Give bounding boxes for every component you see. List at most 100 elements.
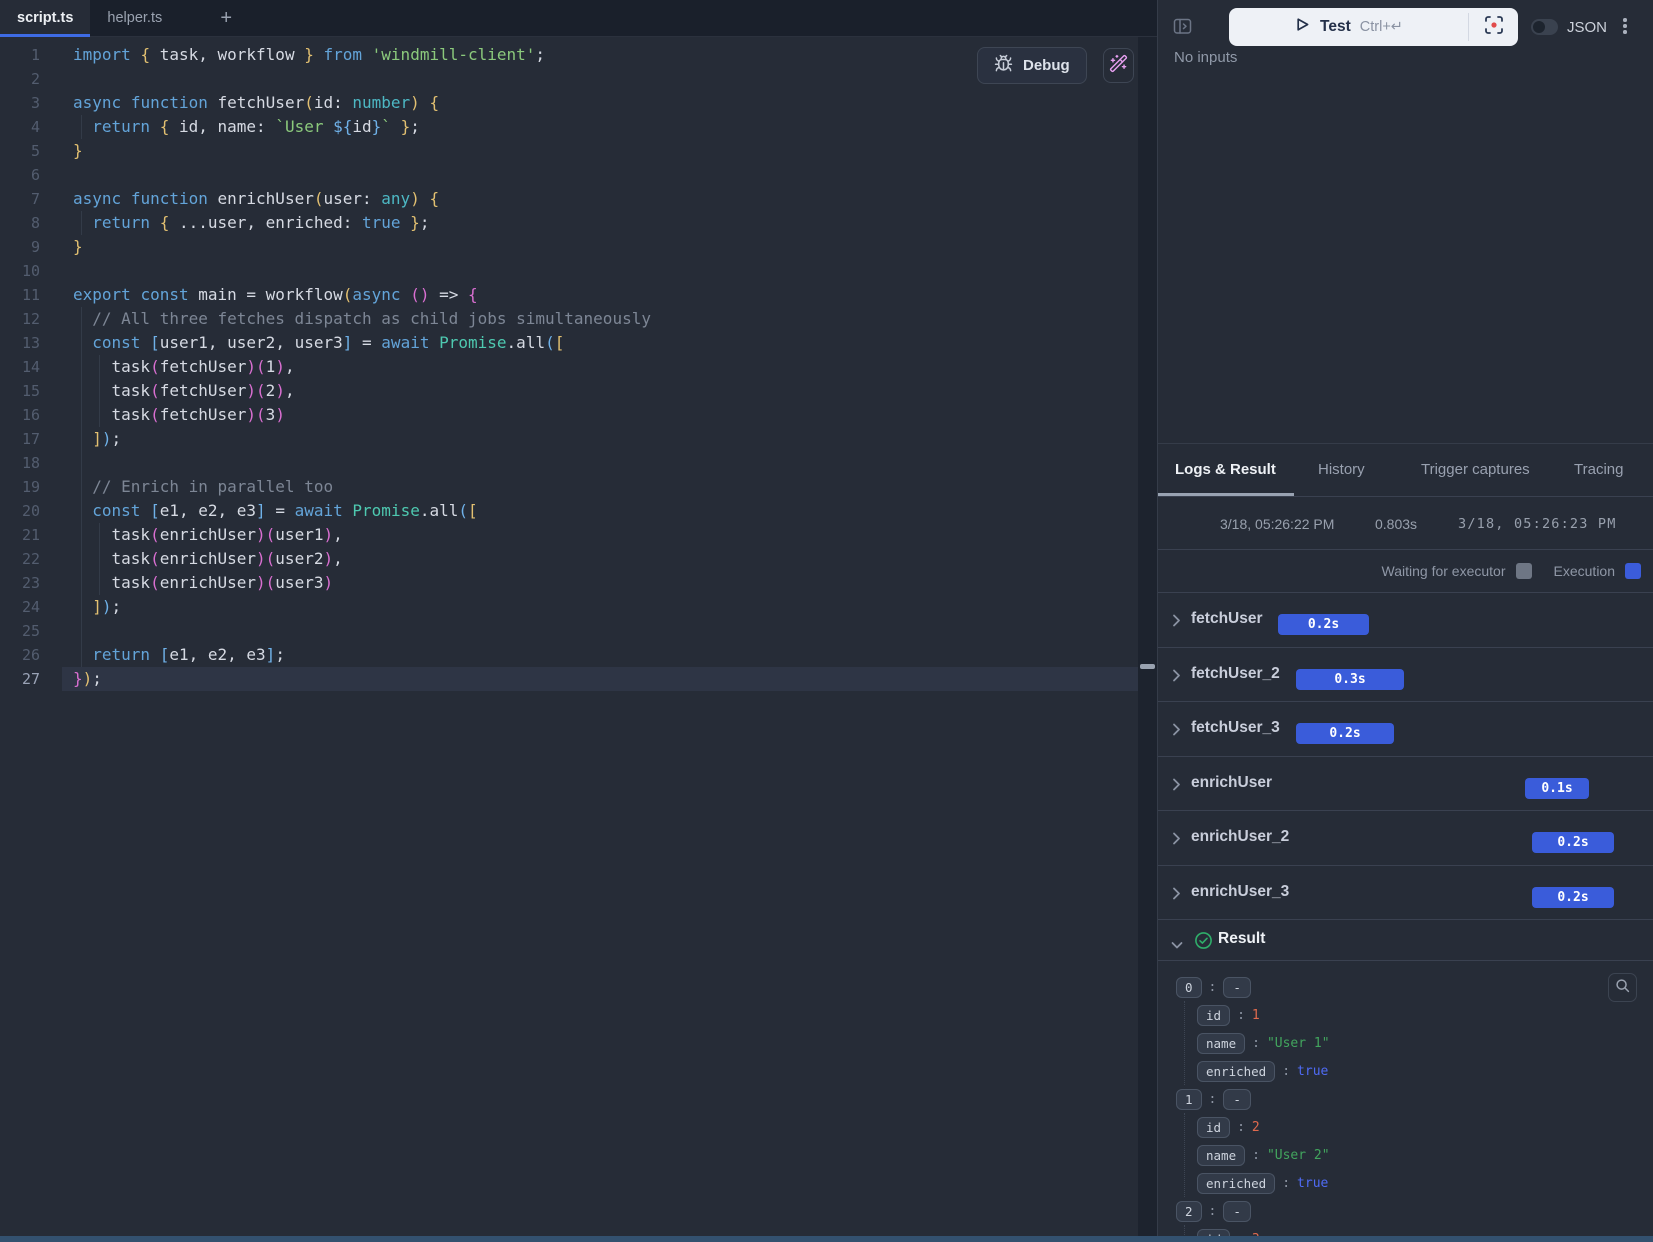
waiting-color-swatch	[1516, 563, 1532, 579]
code-editor[interactable]: 1import { task, workflow } from 'windmil…	[0, 36, 1138, 1242]
code-line[interactable]: 18	[0, 451, 1138, 475]
line-number: 6	[0, 163, 40, 187]
tab-logs-result[interactable]: Logs & Result	[1175, 461, 1276, 478]
new-tab-button[interactable]: +	[205, 0, 247, 36]
result-item-children: id:3	[1184, 1225, 1330, 1236]
timeline-row-fetchUser_2[interactable]: fetchUser_20.3s	[1158, 647, 1653, 702]
timeline-row-fetchUser[interactable]: fetchUser 0.2s	[1158, 592, 1653, 647]
result-label: Result	[1218, 930, 1265, 948]
code-line[interactable]: 12 // All three fetches dispatch as chil…	[0, 307, 1138, 331]
timeline-row-enrichUser_2[interactable]: enrichUser_20.2s	[1158, 810, 1653, 865]
capture-run-button[interactable]	[1469, 8, 1518, 46]
code-line[interactable]: 25	[0, 619, 1138, 643]
execution-bar[interactable]: 0.2s	[1278, 614, 1369, 635]
collapse-toggle[interactable]: -	[1223, 1201, 1251, 1222]
test-button[interactable]: Test Ctrl+↵	[1229, 8, 1468, 46]
code-line[interactable]: 13 const [user1, user2, user3] = await P…	[0, 331, 1138, 355]
test-button-label: Test	[1320, 18, 1351, 36]
code-line[interactable]: 4 return { id, name: `User ${id}` };	[0, 115, 1138, 139]
line-number: 24	[0, 595, 40, 619]
code-text: task(enrichUser)(user1),	[73, 523, 343, 547]
legend-waiting-label: Waiting for executor	[1382, 563, 1506, 579]
line-number: 19	[0, 475, 40, 499]
execution-bar[interactable]: 0.2s	[1532, 887, 1614, 908]
execution-bar[interactable]: 0.3s	[1296, 669, 1404, 690]
code-line[interactable]: 1import { task, workflow } from 'windmil…	[0, 43, 1138, 67]
result-field-row: id:3	[1197, 1225, 1330, 1236]
ai-assistant-button[interactable]	[1103, 48, 1134, 83]
code-line[interactable]: 26 return [e1, e2, e3];	[0, 643, 1138, 667]
colon: :	[1252, 1148, 1260, 1163]
collapse-toggle[interactable]: -	[1223, 1089, 1251, 1110]
editor-tab-bar: script.tshelper.ts +	[0, 0, 1157, 37]
kebab-menu-icon[interactable]	[1622, 18, 1628, 34]
code-line[interactable]: 2	[0, 67, 1138, 91]
debug-button[interactable]: Debug	[977, 47, 1087, 84]
splitter-grip-handle[interactable]	[1140, 664, 1155, 669]
code-text: task(fetchUser)(1),	[73, 355, 295, 379]
timeline-row-enrichUser_3[interactable]: enrichUser_30.2s	[1158, 865, 1653, 920]
chevron-right-icon[interactable]	[1172, 723, 1181, 741]
result-header[interactable]: Result	[1158, 919, 1653, 961]
result-search-button[interactable]	[1608, 973, 1637, 1002]
indent-guide	[81, 451, 82, 475]
tab-trigger-captures[interactable]: Trigger captures	[1421, 461, 1530, 478]
code-text: }	[73, 235, 83, 259]
execution-bar[interactable]: 0.1s	[1525, 778, 1589, 799]
code-line[interactable]: 10	[0, 259, 1138, 283]
chevron-right-icon[interactable]	[1172, 832, 1181, 850]
code-line[interactable]: 9}	[0, 235, 1138, 259]
chevron-right-icon[interactable]	[1172, 614, 1181, 632]
code-line[interactable]: 7async function enrichUser(user: any) {	[0, 187, 1138, 211]
execution-color-swatch	[1625, 563, 1641, 579]
job-name: fetchUser	[1191, 610, 1263, 628]
code-line[interactable]: 24 ]);	[0, 595, 1138, 619]
timeline-row-fetchUser_3[interactable]: fetchUser_30.2s	[1158, 701, 1653, 756]
json-key-badge: id	[1197, 1117, 1230, 1138]
code-line[interactable]: 22 task(enrichUser)(user2),	[0, 547, 1138, 571]
code-line[interactable]: 27});	[0, 667, 1138, 691]
code-line[interactable]: 20 const [e1, e2, e3] = await Promise.al…	[0, 499, 1138, 523]
chevron-right-icon[interactable]	[1172, 887, 1181, 905]
chevron-right-icon[interactable]	[1172, 669, 1181, 687]
code-line[interactable]: 6	[0, 163, 1138, 187]
json-key-badge: name	[1197, 1145, 1245, 1166]
tab-tracing[interactable]: Tracing	[1574, 461, 1623, 478]
code-text: ]);	[73, 595, 121, 619]
json-toggle[interactable]	[1531, 19, 1558, 35]
collapse-toggle[interactable]: -	[1223, 977, 1251, 998]
json-value: "User 2"	[1267, 1148, 1330, 1163]
json-value: 1	[1252, 1008, 1260, 1023]
panel-splitter[interactable]	[1138, 0, 1157, 1242]
code-line[interactable]: 16 task(fetchUser)(3)	[0, 403, 1138, 427]
result-body: 0:-id:1name:"User 1"enriched:true1:-id:2…	[1158, 961, 1653, 1236]
code-line[interactable]: 5}	[0, 139, 1138, 163]
tab-history[interactable]: History	[1318, 461, 1365, 478]
code-line[interactable]: 14 task(fetchUser)(1),	[0, 355, 1138, 379]
line-number: 16	[0, 403, 40, 427]
line-number: 25	[0, 619, 40, 643]
run-start-time: 3/18, 05:26:22 PM	[1220, 516, 1334, 532]
code-line[interactable]: 15 task(fetchUser)(2),	[0, 379, 1138, 403]
collapse-panel-button[interactable]	[1173, 17, 1192, 41]
line-number: 3	[0, 91, 40, 115]
code-line[interactable]: 11export const main = workflow(async () …	[0, 283, 1138, 307]
code-line[interactable]: 17 ]);	[0, 427, 1138, 451]
chevron-right-icon[interactable]	[1172, 778, 1181, 796]
result-json-tree: 0:-id:1name:"User 1"enriched:true1:-id:2…	[1176, 973, 1330, 1236]
line-number: 20	[0, 499, 40, 523]
test-button-group: Test Ctrl+↵	[1229, 8, 1518, 46]
code-line[interactable]: 23 task(enrichUser)(user3)	[0, 571, 1138, 595]
editor-tab-helper.ts[interactable]: helper.ts	[90, 0, 179, 36]
search-icon	[1615, 978, 1630, 998]
line-number: 13	[0, 331, 40, 355]
code-text: // Enrich in parallel too	[73, 475, 333, 499]
code-line[interactable]: 8 return { ...user, enriched: true };	[0, 211, 1138, 235]
code-line[interactable]: 19 // Enrich in parallel too	[0, 475, 1138, 499]
execution-bar[interactable]: 0.2s	[1296, 723, 1394, 744]
code-line[interactable]: 3async function fetchUser(id: number) {	[0, 91, 1138, 115]
execution-bar[interactable]: 0.2s	[1532, 832, 1614, 853]
editor-tab-script.ts[interactable]: script.ts	[0, 0, 90, 36]
code-line[interactable]: 21 task(enrichUser)(user1),	[0, 523, 1138, 547]
timeline-row-enrichUser[interactable]: enrichUser0.1s	[1158, 756, 1653, 811]
